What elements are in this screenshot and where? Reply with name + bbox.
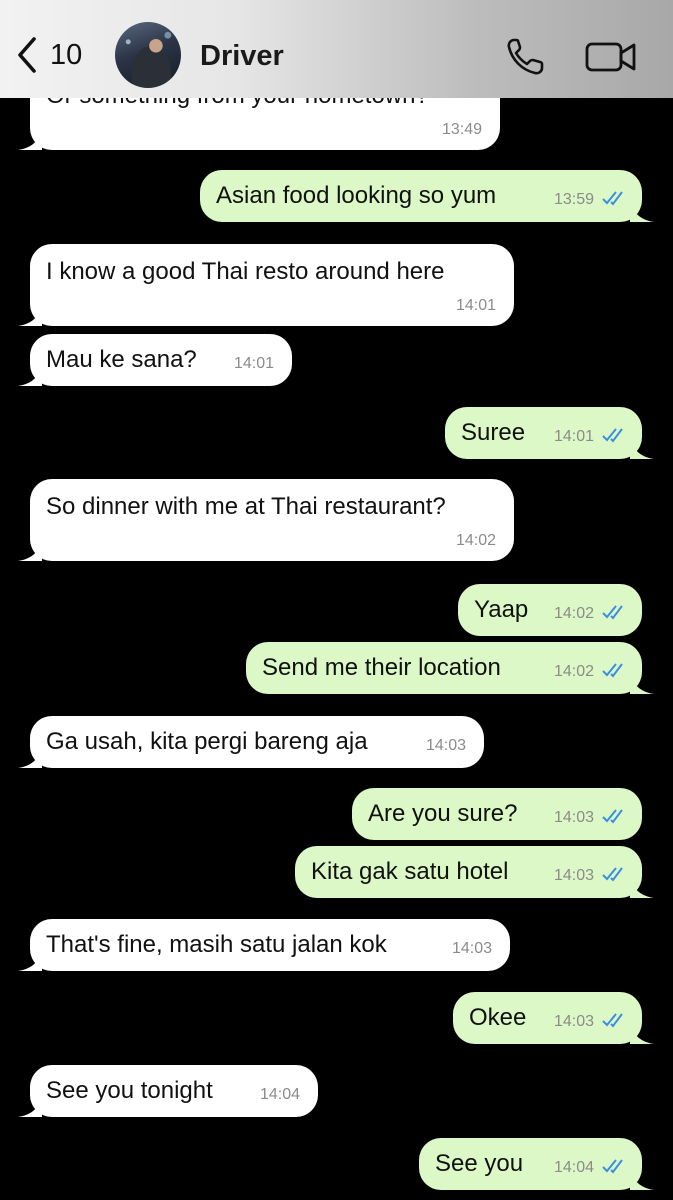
message-text: Send me their location bbox=[262, 654, 501, 681]
message-outgoing[interactable]: Are you sure? 14:03 bbox=[352, 788, 642, 840]
chat-screen: Or something from your hometown? 13:49 A… bbox=[0, 0, 673, 1200]
message-time: 14:02 bbox=[553, 605, 594, 622]
message-text: Are you sure? bbox=[368, 800, 518, 827]
message-time: 14:01 bbox=[233, 355, 274, 372]
message-outgoing[interactable]: Send me their location 14:02 bbox=[246, 642, 654, 694]
chevron-left-icon bbox=[18, 37, 36, 73]
message-text: See you bbox=[435, 1150, 524, 1177]
message-incoming[interactable]: So dinner with me at Thai restaurant? 14… bbox=[18, 479, 514, 561]
message-text: I know a good Thai resto around here bbox=[46, 258, 445, 285]
message-text: Yaap bbox=[474, 596, 529, 623]
video-camera-icon[interactable] bbox=[585, 38, 637, 76]
read-checkmark-icon bbox=[602, 663, 623, 678]
bubble-tail bbox=[18, 128, 42, 150]
read-checkmark-icon bbox=[602, 867, 623, 882]
read-checkmark-icon bbox=[602, 809, 623, 824]
message-time: 13:59 bbox=[553, 191, 594, 208]
avatar[interactable] bbox=[115, 22, 181, 88]
message-text: Ga usah, kita pergi bareng aja bbox=[46, 728, 368, 755]
message-incoming[interactable]: That's fine, masih satu jalan kok 14:03 bbox=[18, 919, 510, 971]
bubble-tail bbox=[18, 746, 42, 768]
message-text: See you tonight bbox=[46, 1077, 213, 1104]
bubble-tail bbox=[18, 304, 42, 326]
phone-icon[interactable] bbox=[504, 36, 548, 78]
bubble-tail bbox=[630, 672, 654, 694]
message-incoming[interactable]: See you tonight 14:04 bbox=[18, 1065, 318, 1117]
read-checkmark-icon bbox=[602, 191, 623, 206]
message-incoming[interactable]: Mau ke sana? 14:01 bbox=[18, 334, 292, 386]
message-outgoing[interactable]: Asian food looking so yum 13:59 bbox=[200, 170, 654, 222]
unread-count: 10 bbox=[50, 38, 83, 71]
bubble-tail bbox=[630, 876, 654, 898]
bubble-tail bbox=[18, 539, 42, 561]
message-outgoing[interactable]: See you 14:04 bbox=[419, 1138, 654, 1190]
message-incoming[interactable]: I know a good Thai resto around here 14:… bbox=[18, 244, 514, 326]
message-text: Asian food looking so yum bbox=[216, 182, 497, 209]
message-time: 14:04 bbox=[553, 1159, 594, 1176]
message-time: 14:03 bbox=[553, 867, 594, 884]
message-text: Suree bbox=[461, 419, 526, 446]
message-time: 14:02 bbox=[553, 663, 594, 680]
message-outgoing[interactable]: Kita gak satu hotel 14:03 bbox=[295, 846, 654, 898]
message-time: 14:02 bbox=[455, 532, 496, 549]
message-time: 14:01 bbox=[455, 297, 496, 314]
back-button[interactable]: 10 bbox=[14, 33, 82, 77]
read-checkmark-icon bbox=[602, 1013, 623, 1028]
message-text: Kita gak satu hotel bbox=[311, 858, 509, 885]
message-text: So dinner with me at Thai restaurant? bbox=[46, 493, 446, 520]
read-checkmark-icon bbox=[602, 1159, 623, 1174]
message-list[interactable]: Or something from your hometown? 13:49 A… bbox=[0, 0, 673, 1200]
bubble-tail bbox=[18, 364, 42, 386]
chat-header: 10 Driver bbox=[0, 0, 673, 98]
message-text: That's fine, masih satu jalan kok bbox=[46, 931, 387, 958]
message-text: Okee bbox=[469, 1004, 527, 1031]
message-time: 14:01 bbox=[553, 428, 594, 445]
message-time: 14:03 bbox=[451, 940, 492, 957]
message-text: Mau ke sana? bbox=[46, 346, 197, 373]
message-time: 14:03 bbox=[553, 809, 594, 826]
bubble-tail bbox=[18, 949, 42, 971]
bubble-tail bbox=[630, 437, 654, 459]
bubble-tail bbox=[630, 1168, 654, 1190]
bubble-tail bbox=[18, 1095, 42, 1117]
message-outgoing[interactable]: Yaap 14:02 bbox=[458, 584, 642, 636]
read-checkmark-icon bbox=[602, 428, 623, 443]
message-time: 14:03 bbox=[553, 1013, 594, 1030]
bubble-tail bbox=[630, 200, 654, 222]
message-incoming[interactable]: Ga usah, kita pergi bareng aja 14:03 bbox=[18, 716, 484, 768]
bubble-tail bbox=[630, 1022, 654, 1044]
message-time: 14:04 bbox=[259, 1086, 300, 1103]
message-outgoing[interactable]: Suree 14:01 bbox=[445, 407, 654, 459]
message-time: 14:03 bbox=[425, 737, 466, 754]
message-outgoing[interactable]: Okee 14:03 bbox=[453, 992, 654, 1044]
read-checkmark-icon bbox=[602, 605, 623, 620]
message-time: 13:49 bbox=[441, 121, 482, 138]
contact-name[interactable]: Driver bbox=[200, 40, 284, 73]
